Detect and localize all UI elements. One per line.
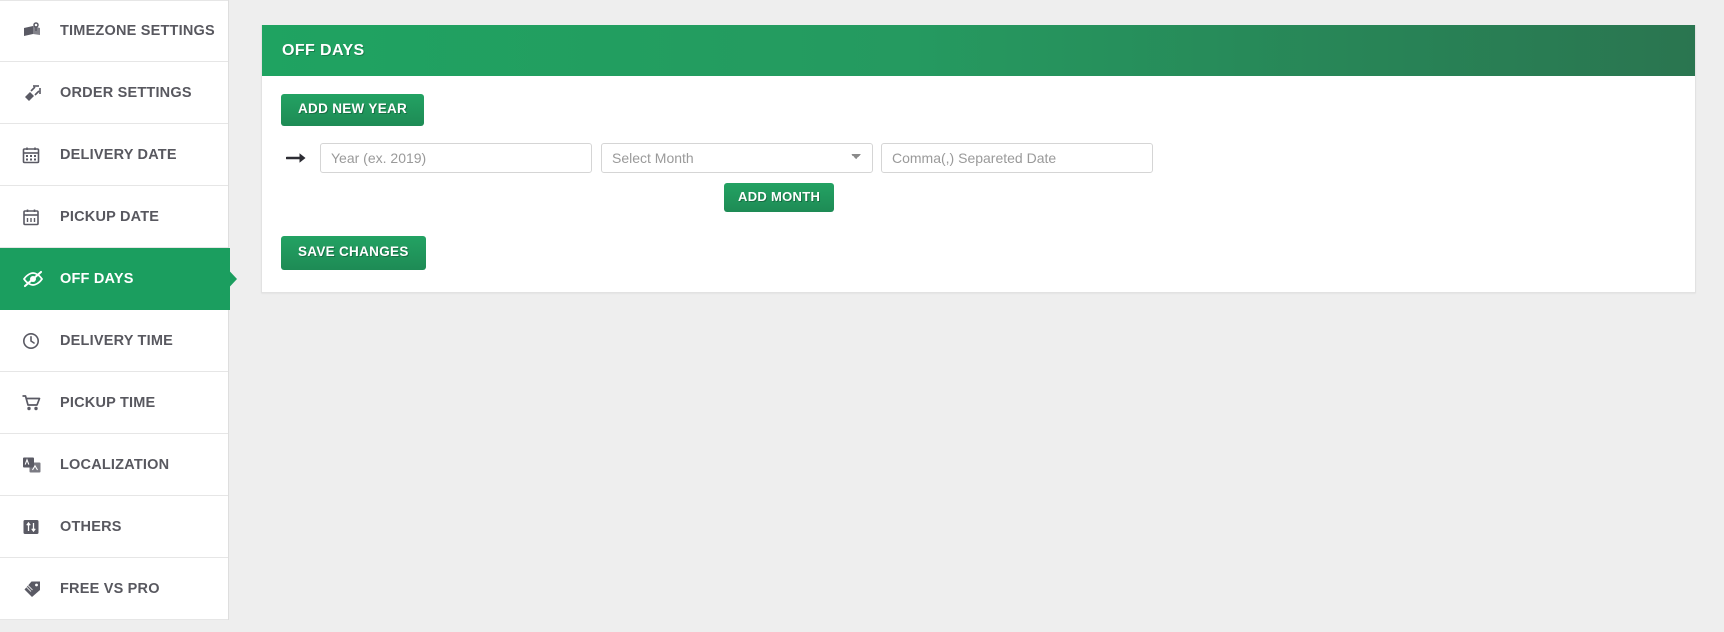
dates-input[interactable] xyxy=(881,142,1153,173)
save-changes-button[interactable]: SAVE CHANGES xyxy=(281,236,426,270)
panel-header: OFF DAYS xyxy=(262,25,1695,76)
add-month-spacer xyxy=(320,183,724,212)
map-marker-flag-icon xyxy=(22,20,48,42)
sidebar-item-label: PICKUP TIME xyxy=(60,394,156,411)
calendar-icon xyxy=(22,206,48,228)
sidebar-item-label: FREE VS PRO xyxy=(60,580,160,597)
tags-icon xyxy=(22,578,48,600)
month-select[interactable]: Select Month xyxy=(601,142,873,173)
sidebar-item-others[interactable]: OTHERS xyxy=(0,496,228,558)
shopping-cart-icon xyxy=(22,392,48,414)
sidebar-item-free-vs-pro[interactable]: FREE VS PRO xyxy=(0,558,228,620)
sidebar-item-pickup-time[interactable]: PICKUP TIME xyxy=(0,372,228,434)
sidebar-item-pickup-date[interactable]: PICKUP DATE xyxy=(0,186,228,248)
save-row: SAVE CHANGES xyxy=(281,236,1676,270)
sidebar-nav-list: TIMEZONE SETTINGS ORDER SETTINGS DELIVER… xyxy=(0,0,237,620)
panel-body: ADD NEW YEAR Select Month xyxy=(262,76,1695,292)
page-title: OFF DAYS xyxy=(282,41,365,59)
sidebar-item-label: OTHERS xyxy=(60,518,122,535)
add-new-year-button[interactable]: ADD NEW YEAR xyxy=(281,94,425,126)
arrow-right-icon xyxy=(281,150,313,166)
main-content: OFF DAYS ADD NEW YEAR Year (ex. 2019) Se… xyxy=(229,0,1724,293)
clock-icon xyxy=(22,330,48,352)
app-root: TIMEZONE SETTINGS ORDER SETTINGS DELIVER… xyxy=(0,0,1724,632)
sidebar-item-label: ORDER SETTINGS xyxy=(60,84,192,101)
sidebar-item-delivery-time[interactable]: DELIVERY TIME xyxy=(0,310,228,372)
sidebar-item-localization[interactable]: LOCALIZATION xyxy=(0,434,228,496)
language-icon xyxy=(22,454,48,476)
year-input[interactable] xyxy=(320,142,592,173)
sidebar-item-label: OFF DAYS xyxy=(60,270,134,287)
add-month-row: ADD MONTH xyxy=(281,182,1676,213)
sidebar-item-label: TIMEZONE SETTINGS xyxy=(60,23,215,39)
sidebar-item-label: DELIVERY DATE xyxy=(60,146,177,163)
sidebar-item-order-settings[interactable]: ORDER SETTINGS xyxy=(0,62,228,124)
plug-icon xyxy=(22,82,48,104)
add-month-button[interactable]: ADD MONTH xyxy=(724,182,835,213)
off-days-form-row: Select Month xyxy=(281,142,1676,173)
sidebar-item-label: DELIVERY TIME xyxy=(60,332,173,349)
year-entry-block: Select Month ADD MONTH xyxy=(281,142,1676,213)
settings-sidebar: TIMEZONE SETTINGS ORDER SETTINGS DELIVER… xyxy=(0,0,237,620)
sidebar-item-label: LOCALIZATION xyxy=(60,456,170,473)
sliders-icon xyxy=(22,516,48,538)
off-days-panel: OFF DAYS ADD NEW YEAR Year (ex. 2019) Se… xyxy=(261,25,1696,293)
calendar-grid-icon xyxy=(22,144,48,166)
eye-slash-icon xyxy=(22,268,48,290)
sidebar-item-off-days[interactable]: OFF DAYS xyxy=(0,248,237,310)
sidebar-item-label: PICKUP DATE xyxy=(60,208,160,225)
sidebar-item-timezone-settings[interactable]: TIMEZONE SETTINGS xyxy=(0,0,228,62)
sidebar-item-delivery-date[interactable]: DELIVERY DATE xyxy=(0,124,228,186)
